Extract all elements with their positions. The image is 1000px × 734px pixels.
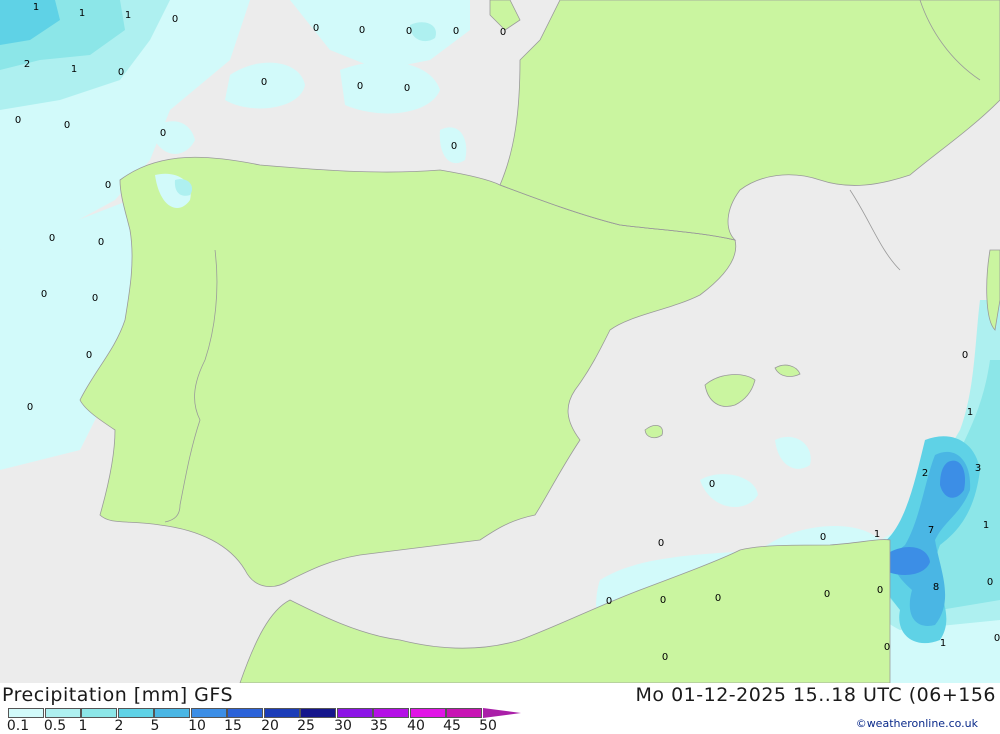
map-value: 0 — [824, 589, 830, 600]
legend-label: 0.5 — [43, 718, 67, 734]
legend-swatch — [154, 708, 190, 718]
map-value: 0 — [606, 596, 612, 607]
legend-labels: 0.1 0.5 1 2 5 10 15 20 25 30 35 40 45 50 — [0, 718, 520, 734]
map-value: 0 — [451, 141, 457, 152]
map-value: 0 — [453, 26, 459, 37]
map-value: 0 — [660, 595, 666, 606]
legend-label: 0.1 — [6, 718, 30, 734]
forecast-datetime: Mo 01-12-2025 15..18 UTC (06+156 — [635, 684, 996, 706]
legend-label: 30 — [334, 718, 352, 734]
map-value: 0 — [261, 77, 267, 88]
legend-swatch — [190, 708, 227, 718]
map-value: 0 — [359, 25, 365, 36]
map-value: 0 — [92, 293, 98, 304]
legend-swatch — [44, 708, 81, 718]
legend-label: 1 — [78, 718, 88, 734]
map-value: 1 — [79, 8, 85, 19]
legend-label: 25 — [297, 718, 315, 734]
legend-label: 45 — [443, 718, 461, 734]
map-value: 0 — [98, 237, 104, 248]
map-value: 0 — [27, 402, 33, 413]
map-value: 0 — [86, 350, 92, 361]
map-value: 2 — [922, 468, 928, 479]
map-title: Precipitation [mm] GFS — [2, 684, 234, 706]
map-value: 0 — [877, 585, 883, 596]
legend-swatch — [117, 708, 154, 718]
legend-swatch — [263, 708, 300, 718]
map-value: 0 — [41, 289, 47, 300]
map-value: 0 — [662, 652, 668, 663]
legend-label: 40 — [407, 718, 425, 734]
map-value: 0 — [962, 350, 968, 361]
map-value: 2 — [24, 59, 30, 70]
map-value: 0 — [404, 83, 410, 94]
legend-swatch — [81, 708, 117, 718]
map-value: 1 — [71, 64, 77, 75]
map-value: 0 — [64, 120, 70, 131]
legend-swatch — [300, 708, 336, 718]
map-canvas: 1 1 1 0 2 1 0 0 0 0 0 0 0 0 0 0 0 0 0 0 … — [0, 0, 1000, 684]
map-value: 1 — [940, 638, 946, 649]
map-value: 0 — [658, 538, 664, 549]
legend-label: 20 — [261, 718, 279, 734]
legend-swatch — [336, 708, 373, 718]
legend-label: 35 — [370, 718, 388, 734]
map-value: 1 — [874, 529, 880, 540]
legend-label: 10 — [188, 718, 206, 734]
map-value: 7 — [928, 525, 934, 536]
map-value: 0 — [987, 577, 993, 588]
legend-label: 50 — [479, 718, 497, 734]
legend-label: 2 — [114, 718, 124, 734]
map-value: 1 — [983, 520, 989, 531]
map-value: 0 — [160, 128, 166, 139]
map-value: 0 — [15, 115, 21, 126]
legend-swatch — [373, 708, 409, 718]
map-value: 0 — [118, 67, 124, 78]
map-value: 0 — [172, 14, 178, 25]
map-value: 0 — [105, 180, 111, 191]
map-value: 1 — [33, 2, 39, 13]
legend-swatch — [446, 708, 482, 718]
map-value: 0 — [49, 233, 55, 244]
legend-swatch — [227, 708, 263, 718]
legend-label: 5 — [150, 718, 160, 734]
map-value: 0 — [357, 81, 363, 92]
legend-label: 15 — [224, 718, 242, 734]
legend-arrow — [482, 708, 521, 718]
copyright-credit: ©weatheronline.co.uk — [855, 717, 978, 730]
map-value: 0 — [709, 479, 715, 490]
map-value: 0 — [715, 593, 721, 604]
map-value: 0 — [313, 23, 319, 34]
map-value: 1 — [967, 407, 973, 418]
legend-swatch — [8, 708, 44, 718]
legend-swatch — [409, 708, 446, 718]
map-value: 0 — [994, 633, 1000, 644]
legend-color-scale — [8, 708, 521, 718]
precipitation-map: 1 1 1 0 2 1 0 0 0 0 0 0 0 0 0 0 0 0 0 0 … — [0, 0, 1000, 684]
map-value: 0 — [500, 27, 506, 38]
map-value: 0 — [820, 532, 826, 543]
map-value: 3 — [975, 463, 981, 474]
map-value: 0 — [884, 642, 890, 653]
map-value: 8 — [933, 582, 939, 593]
map-value: 0 — [406, 26, 412, 37]
map-value: 1 — [125, 10, 131, 21]
